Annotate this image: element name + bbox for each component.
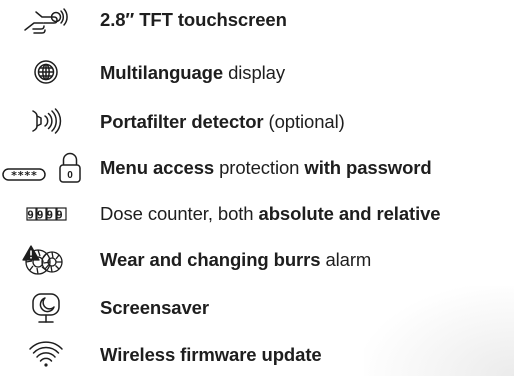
feature-text: Multilanguage display	[100, 61, 285, 85]
lock-digit-text: 0	[67, 170, 73, 181]
feature-row: Wireless firmware update	[0, 335, 514, 375]
feature-row: 2.8″ TFT touchscreen	[0, 0, 514, 40]
wifi-icon	[0, 335, 92, 375]
feature-text: Dose counter, both absolute and relative	[100, 202, 441, 226]
feature-text: Screensaver	[100, 296, 209, 320]
feature-list: 2.8″ TFT touchscreen Multilanguage displ…	[0, 0, 514, 376]
feature-text-part: Menu access	[100, 157, 215, 178]
feature-text-part: Wireless firmware update	[100, 344, 322, 365]
feature-row: **** 0 Menu access protection with passw…	[0, 148, 514, 188]
feature-text-part: Portafilter detector	[100, 111, 264, 132]
feature-text-part: protection	[214, 157, 305, 178]
feature-row: Screensaver	[0, 288, 514, 328]
feature-text-part: absolute and relative	[258, 203, 441, 224]
counter-digits-icon: 9999	[0, 194, 92, 234]
portafilter-signal-icon	[0, 102, 92, 142]
feature-row: Wear and changing burrs alarm	[0, 240, 514, 280]
feature-text-part: 2.8″ TFT touchscreen	[100, 9, 287, 30]
feature-text: Wear and changing burrs alarm	[100, 248, 371, 272]
password-mask-text: ****	[11, 169, 38, 182]
feature-text: Menu access protection with password	[100, 156, 432, 180]
feature-text: 2.8″ TFT touchscreen	[100, 8, 287, 32]
feature-text-part: Dose counter, both	[100, 203, 259, 224]
feature-text-part: Wear and changing burrs	[100, 249, 321, 270]
touch-hand-icon	[0, 0, 92, 40]
counter-digits-text: 9999	[27, 209, 66, 222]
feature-text-part: Screensaver	[100, 297, 209, 318]
feature-row: Multilanguage display	[0, 53, 514, 93]
feature-row: Portafilter detector (optional)	[0, 102, 514, 142]
feature-row: 9999 Dose counter, both absolute and rel…	[0, 194, 514, 234]
feature-text: Portafilter detector (optional)	[100, 110, 345, 134]
feature-text-part: Multilanguage	[100, 62, 224, 83]
password-lock-icon: **** 0	[0, 148, 92, 188]
feature-text-part: alarm	[320, 249, 372, 270]
feature-text-part: display	[223, 62, 285, 83]
globe-icon	[0, 53, 92, 93]
burr-warning-icon	[0, 240, 92, 280]
screensaver-moon-icon	[0, 288, 92, 328]
feature-text-part: with password	[304, 157, 432, 178]
feature-text: Wireless firmware update	[100, 343, 322, 367]
feature-text-part: (optional)	[263, 111, 345, 132]
